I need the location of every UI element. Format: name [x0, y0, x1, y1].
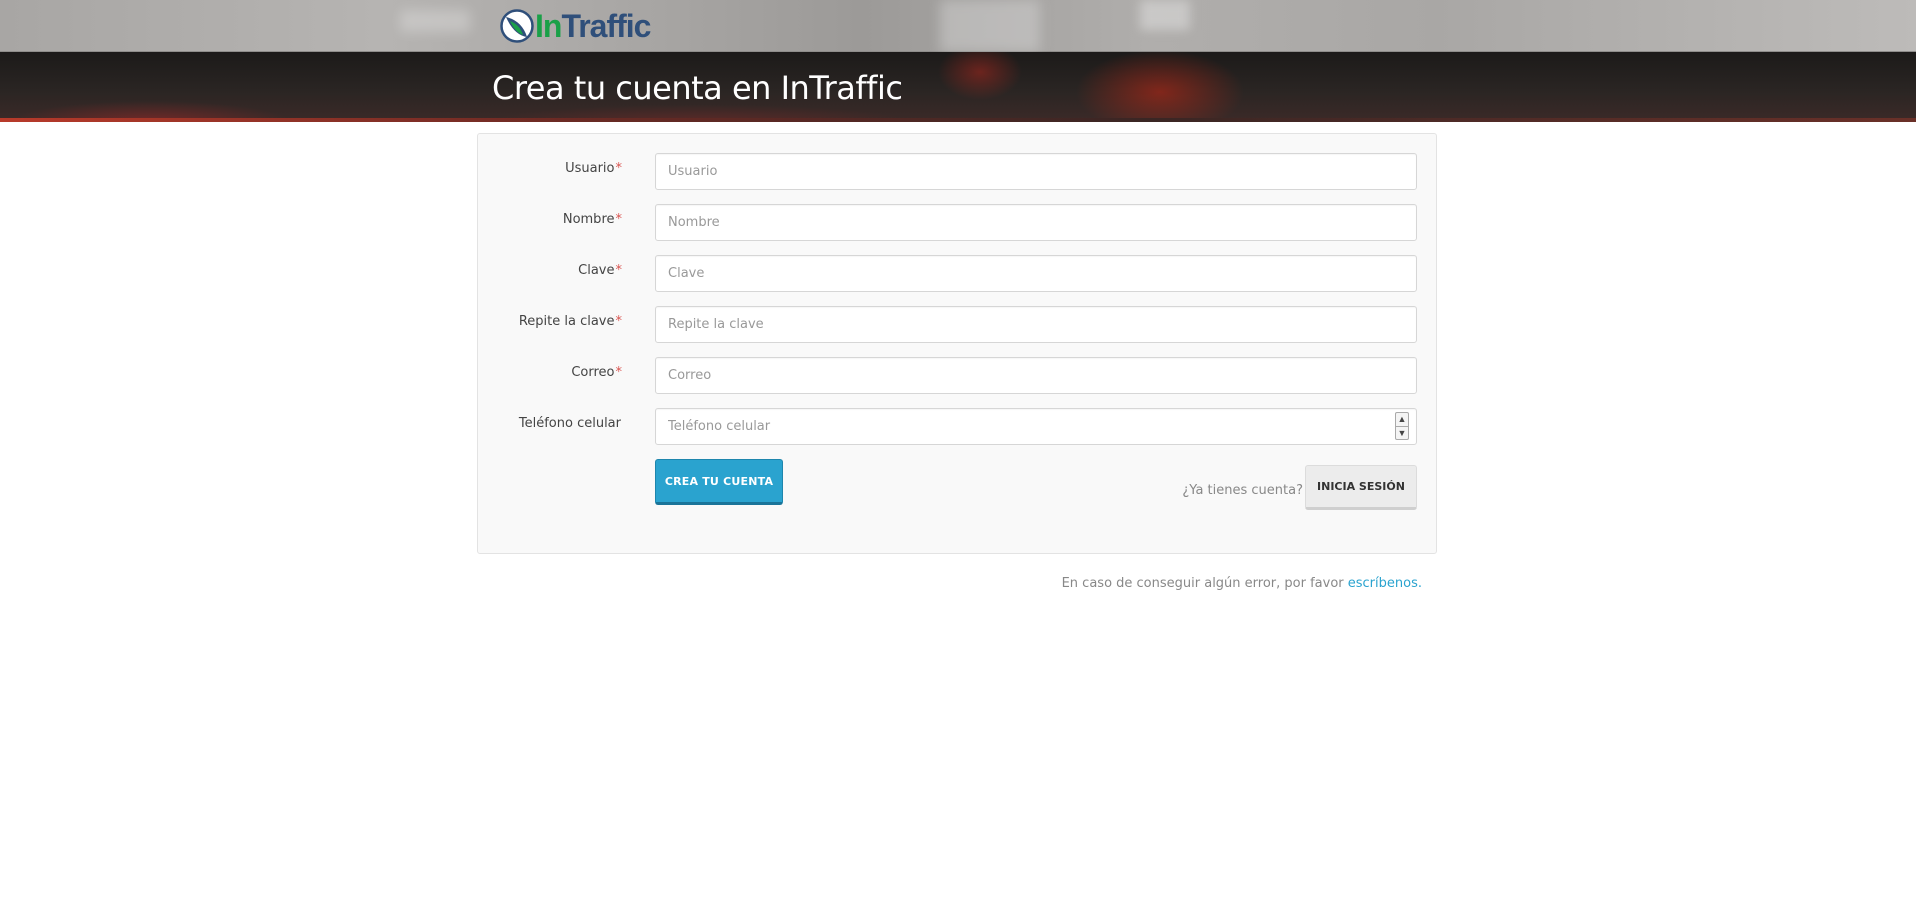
- logo-wordmark-in: In: [535, 8, 562, 44]
- telefono-input[interactable]: [655, 408, 1417, 445]
- form-row-clave: Clave*: [478, 255, 1436, 292]
- background-blur: [400, 10, 470, 32]
- correo-label: Correo*: [571, 365, 622, 380]
- logo-wordmark: InTraffic: [535, 8, 651, 44]
- create-account-button[interactable]: CREA TU CUENTA: [655, 459, 783, 505]
- background-blur: [940, 0, 1040, 52]
- error-report-note: En caso de conseguir algún error, por fa…: [1062, 576, 1422, 591]
- background-blur: [1140, 0, 1190, 30]
- nombre-label-text: Nombre: [562, 212, 615, 227]
- spinner-up-icon[interactable]: ▲: [1396, 413, 1408, 427]
- required-marker: *: [615, 365, 623, 380]
- intraffic-logo[interactable]: InTraffic: [500, 8, 651, 44]
- nombre-label: Nombre*: [563, 212, 622, 227]
- logo-wordmark-traffic: Traffic: [561, 8, 651, 44]
- top-header-bar: InTraffic: [0, 0, 1916, 52]
- telefono-label: Teléfono celular: [519, 416, 622, 431]
- title-banner: Crea tu cuenta en InTraffic: [0, 52, 1916, 122]
- signup-form: Usuario* Nombre* Clave* Repite la clave*…: [477, 133, 1437, 554]
- contact-link[interactable]: escríbenos.: [1348, 576, 1422, 591]
- page-title: Crea tu cuenta en InTraffic: [492, 69, 903, 107]
- correo-label-text: Correo: [571, 365, 615, 380]
- required-marker: *: [615, 212, 623, 227]
- intraffic-logo-icon: [500, 9, 534, 43]
- form-row-correo: Correo*: [478, 357, 1436, 394]
- repite-clave-input[interactable]: [655, 306, 1417, 343]
- required-marker: *: [615, 314, 623, 329]
- repite-clave-label: Repite la clave*: [519, 314, 622, 329]
- form-row-usuario: Usuario*: [478, 153, 1436, 190]
- clave-label: Clave*: [578, 263, 622, 278]
- usuario-label-text: Usuario: [565, 161, 615, 176]
- correo-input[interactable]: [655, 357, 1417, 394]
- usuario-input[interactable]: [655, 153, 1417, 190]
- clave-label-text: Clave: [578, 263, 615, 278]
- usuario-label: Usuario*: [565, 161, 622, 176]
- repite-clave-label-text: Repite la clave: [518, 314, 615, 329]
- required-marker: *: [615, 161, 623, 176]
- number-spinner[interactable]: ▲ ▼: [1395, 412, 1409, 440]
- login-button[interactable]: INICIA SESIÓN: [1305, 465, 1417, 510]
- form-row-nombre: Nombre*: [478, 204, 1436, 241]
- clave-input[interactable]: [655, 255, 1417, 292]
- form-row-repite-clave: Repite la clave*: [478, 306, 1436, 343]
- form-row-telefono: Teléfono celular ▲ ▼: [478, 408, 1436, 445]
- nombre-input[interactable]: [655, 204, 1417, 241]
- required-marker: *: [615, 263, 623, 278]
- have-account-text: ¿Ya tienes cuenta?: [1182, 483, 1303, 498]
- spinner-down-icon[interactable]: ▼: [1396, 427, 1408, 440]
- error-report-text: En caso de conseguir algún error, por fa…: [1061, 576, 1348, 591]
- telefono-label-text: Teléfono celular: [518, 416, 621, 431]
